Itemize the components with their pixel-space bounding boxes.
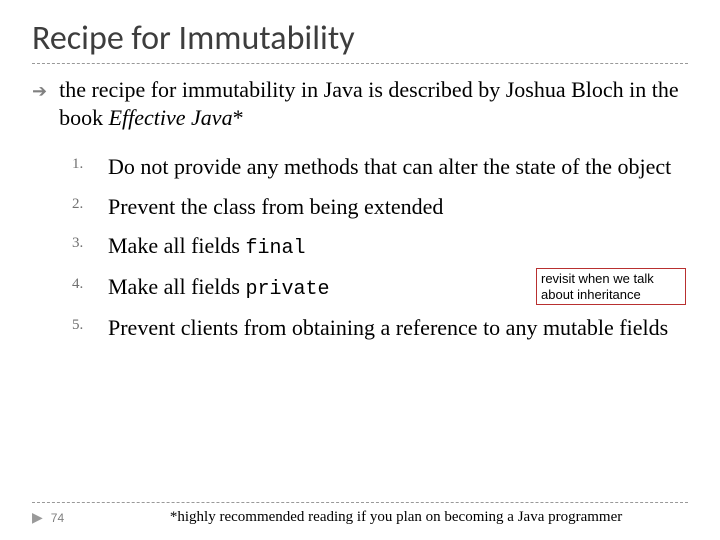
recipe-list: Do not provide any methods that can alte… [32,153,688,342]
arrow-right-icon: ➔ [32,80,47,103]
item-code: final [245,237,305,260]
intro-text: the recipe for immutability in Java is d… [59,76,688,131]
page-number: 74 [51,511,64,525]
item-text: Prevent the class from being extended [108,194,443,219]
slide-footer: ▶ 74 *highly recommended reading if you … [32,502,688,526]
footnote-text: *highly recommended reading if you plan … [104,509,688,526]
list-item: Prevent the class from being extended [72,193,688,221]
footer-row: ▶ 74 *highly recommended reading if you … [32,509,688,526]
list-item: Do not provide any methods that can alte… [72,153,688,181]
intro-book: Effective Java [109,105,233,130]
annotation-callout: revisit when we talk about inheritance [536,268,686,305]
item-text: Prevent clients from obtaining a referen… [108,315,668,340]
list-item: Prevent clients from obtaining a referen… [72,314,688,342]
footer-divider [32,502,688,503]
intro-block: ➔ the recipe for immutability in Java is… [32,76,688,131]
play-icon: ▶ [32,509,43,526]
item-prefix: Make all fields [108,233,245,258]
item-text: Do not provide any methods that can alte… [108,154,671,179]
slide-title: Recipe for Immutability [32,18,688,59]
item-code: private [245,278,329,301]
intro-suffix: * [233,105,244,130]
list-item: Make all fields final [72,232,688,261]
title-divider [32,63,688,64]
item-prefix: Make all fields [108,274,245,299]
